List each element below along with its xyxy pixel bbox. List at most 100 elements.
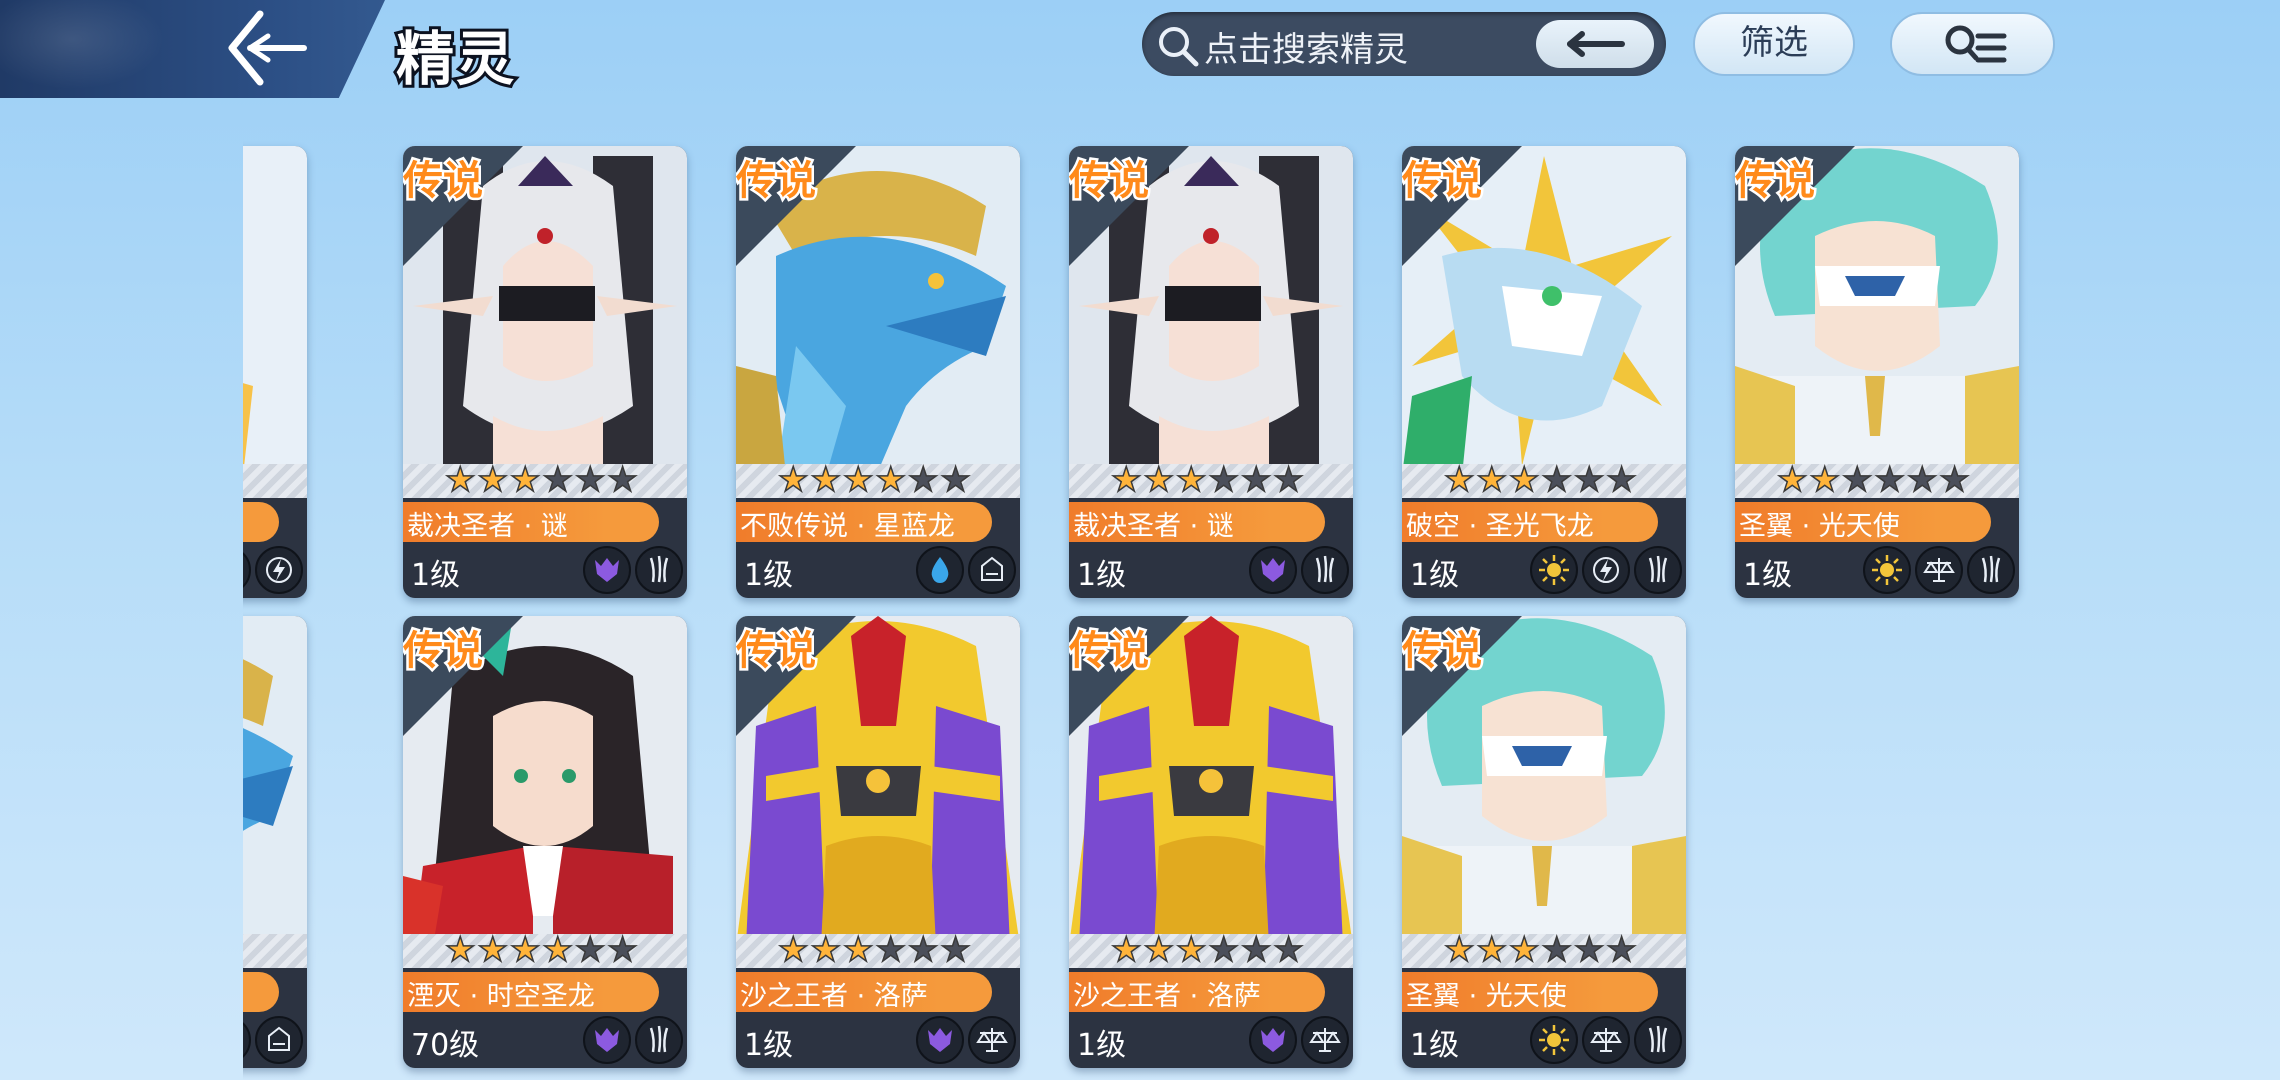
- star-rating: ★ ★ ★ ★ ★ ★: [1443, 930, 1638, 970]
- rarity-label: 传说: [736, 156, 819, 207]
- spirit-card[interactable]: 传说 ★ ★ ★ ★ ★ ★ 沙之王者 · 洛萨 1级: [1069, 616, 1353, 1068]
- star-icon: ★: [444, 460, 476, 500]
- search-input[interactable]: 点击搜索精灵: [1142, 12, 1666, 76]
- back-arrow-icon[interactable]: [220, 8, 310, 88]
- water-icon: [916, 546, 964, 594]
- star-icon: ★: [875, 460, 907, 500]
- rarity-label: 传说: [1402, 626, 1485, 677]
- star-icon: ★: [1240, 930, 1272, 970]
- star-icon: ★: [1175, 930, 1207, 970]
- star-icon: ★: [1273, 460, 1305, 500]
- spirit-portrait: [243, 146, 307, 496]
- name-banner: 圣翼 · 光天使: [1735, 502, 1991, 542]
- star-icon: ★: [842, 930, 874, 970]
- electric-icon: [1582, 546, 1630, 594]
- star-icon: ★: [1110, 930, 1142, 970]
- spirit-level: 1级: [744, 558, 794, 593]
- sort-button[interactable]: [1890, 12, 2055, 76]
- search-clear-button[interactable]: [1536, 20, 1654, 68]
- water-icon: [243, 1016, 251, 1064]
- attribute-icons: [243, 546, 303, 594]
- name-banner: 凰: [243, 502, 279, 542]
- attribute-icons: [1530, 1016, 1682, 1064]
- star-icon: ★: [574, 930, 606, 970]
- star-icon: ★: [1573, 930, 1605, 970]
- star-icon: ★: [1240, 460, 1272, 500]
- rarity-label: 传说: [1735, 156, 1818, 207]
- star-rating: ★ ★ ★ ★ ★ ★: [444, 460, 639, 500]
- attribute-icons: [243, 1016, 303, 1064]
- name-banner: 裁决圣者 · 谜: [403, 502, 659, 542]
- scale-icon: [1915, 546, 1963, 594]
- demon-icon: [916, 1016, 964, 1064]
- light-icon: [1530, 1016, 1578, 1064]
- star-icon: ★: [907, 460, 939, 500]
- rarity-label: 传说: [1402, 156, 1485, 207]
- star-icon: ★: [1508, 460, 1540, 500]
- star-icon: ★: [777, 460, 809, 500]
- star-icon: ★: [1573, 460, 1605, 500]
- back-tab[interactable]: [0, 0, 385, 98]
- spirit-name: 圣翼 · 光天使: [1739, 511, 1900, 542]
- star-icon: ★: [1208, 460, 1240, 500]
- spirit-card[interactable]: 传说 ★ ★ ★ ★ ★ ★ 湮灭 · 时空圣龙 70级: [403, 616, 687, 1068]
- claw-icon: [1301, 546, 1349, 594]
- spirit-name: 不败传说 · 星蓝龙: [740, 511, 955, 542]
- star-rating: ★ ★ ★ ★ ★ ★: [1110, 930, 1304, 970]
- star-icon: ★: [1143, 460, 1175, 500]
- star-icon: ★: [1443, 930, 1475, 970]
- demon-icon: [583, 1016, 631, 1064]
- spirit-card[interactable]: 传说 ★ ★ ★ ★ ★ ★ 圣翼 · 光天使 1级: [1402, 616, 1686, 1068]
- search-placeholder: 点击搜索精灵: [1204, 30, 1408, 70]
- light-icon: [1863, 546, 1911, 594]
- star-icon: ★: [810, 930, 842, 970]
- spirit-card[interactable]: 传说 ★ ★ ★ ★ ★ ★ 裁决圣者 · 谜 1级: [1069, 146, 1353, 598]
- book-icon: [255, 1016, 303, 1064]
- star-icon: ★: [1606, 460, 1638, 500]
- name-banner: 不败传说 · 星蓝龙: [736, 502, 992, 542]
- spirit-name: 沙之王者 · 洛萨: [740, 981, 928, 1012]
- star-icon: ★: [1841, 460, 1873, 500]
- star-icon: ★: [1939, 460, 1971, 500]
- star-icon: ★: [1809, 460, 1841, 500]
- star-icon: ★: [907, 930, 939, 970]
- spirit-card[interactable]: 传说 ★ ★ ★ ★ ★ ★ 破空 · 圣光飞龙 1级: [1402, 146, 1686, 598]
- spirit-card[interactable]: 传说 ★ ★ ★ ★ ★ ★ 不败传说 · 星蓝龙 1级: [736, 146, 1020, 598]
- star-icon: ★: [875, 930, 907, 970]
- star-icon: ★: [1110, 460, 1142, 500]
- spirit-name: 破空 · 圣光飞龙: [1406, 511, 1594, 542]
- spirit-name: 沙之王者 · 洛萨: [1073, 981, 1261, 1012]
- page-title: 精灵: [393, 22, 517, 96]
- star-icon: ★: [1508, 930, 1540, 970]
- star-icon: ★: [777, 930, 809, 970]
- name-banner: 湮灭 · 时空圣龙: [403, 972, 659, 1012]
- spirit-card[interactable]: 传说 ★ ★ ★ ★ ★ ★ 沙之王者 · 洛萨 1级: [736, 616, 1020, 1068]
- attribute-icons: [1249, 1016, 1349, 1064]
- name-banner: 蓝龙: [243, 972, 279, 1012]
- spirit-level: 1级: [1410, 558, 1460, 593]
- search-icon: [1159, 27, 1199, 67]
- spirit-card[interactable]: 传说★★蓝龙: [243, 616, 307, 1068]
- star-icon: ★: [509, 460, 541, 500]
- star-icon: ★: [607, 460, 639, 500]
- star-rating: ★ ★ ★ ★ ★ ★: [444, 930, 638, 970]
- star-icon: ★: [509, 930, 541, 970]
- rarity-label: 传说: [1069, 156, 1152, 207]
- demon-icon: [1249, 1016, 1297, 1064]
- spirit-card[interactable]: 传说 ★ ★ ★ ★ ★ ★ 圣翼 · 光天使 1级: [1735, 146, 2019, 598]
- spirit-grid: 传说★★凰传说★★★★★★裁决圣者 · 谜1级传说★★★★★★不败传说 · 星蓝…: [243, 140, 2103, 1080]
- star-icon: ★: [477, 930, 509, 970]
- spirit-name: 裁决圣者 · 谜: [407, 511, 568, 542]
- scale-icon: [1301, 1016, 1349, 1064]
- arrow-left-icon: [1567, 31, 1625, 57]
- spirit-card[interactable]: 传说★★凰: [243, 146, 307, 598]
- star-rating: ★ ★ ★ ★ ★ ★: [1110, 460, 1305, 500]
- name-banner: 裁决圣者 · 谜: [1069, 502, 1325, 542]
- spirit-card[interactable]: 传说 ★ ★ ★ ★ ★ ★ 裁决圣者 · 谜 1级: [403, 146, 687, 598]
- attribute-icons: [583, 546, 683, 594]
- filter-button[interactable]: 筛选: [1693, 12, 1855, 76]
- star-icon: ★: [1606, 930, 1638, 970]
- spirit-name: 裁决圣者 · 谜: [1073, 511, 1234, 542]
- rarity-label: 传说: [736, 626, 819, 677]
- star-rating: ★ ★ ★ ★ ★ ★: [1776, 460, 1971, 500]
